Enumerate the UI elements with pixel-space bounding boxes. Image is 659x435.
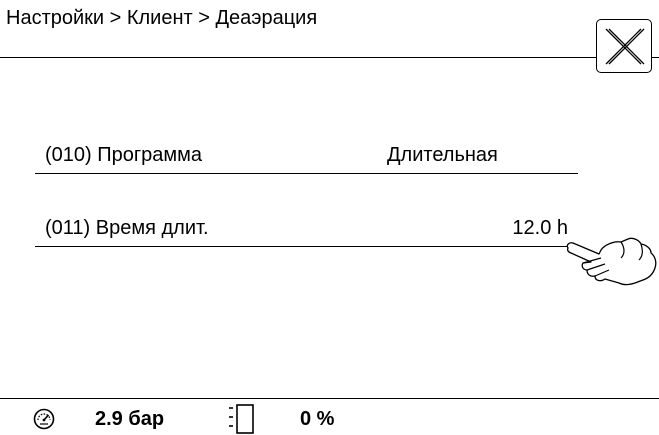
setting-label: (011) Время длит. <box>45 217 209 239</box>
status-bar: 2.9 бар 0 % <box>0 398 659 435</box>
setting-row-program[interactable]: (010) Программа Длительная <box>35 143 578 174</box>
setting-row-duration[interactable]: (011) Время длит. 12.0 h <box>35 216 578 247</box>
close-icon <box>605 28 645 64</box>
setting-value: Длительная <box>387 144 498 166</box>
breadcrumb: Настройки > Клиент > Деаэрация <box>6 7 318 29</box>
pressure-value: 2.9 бар <box>95 408 165 430</box>
tank-level-icon <box>229 404 254 434</box>
close-button[interactable] <box>596 19 652 73</box>
setting-label: (010) Программа <box>45 144 203 166</box>
pressure-gauge-icon <box>33 408 55 430</box>
setting-value: 12.0 h <box>512 217 568 239</box>
hand-pointer-icon <box>566 237 657 286</box>
header-bar: Настройки > Клиент > Деаэрация <box>0 0 659 58</box>
level-value: 0 % <box>300 408 335 430</box>
